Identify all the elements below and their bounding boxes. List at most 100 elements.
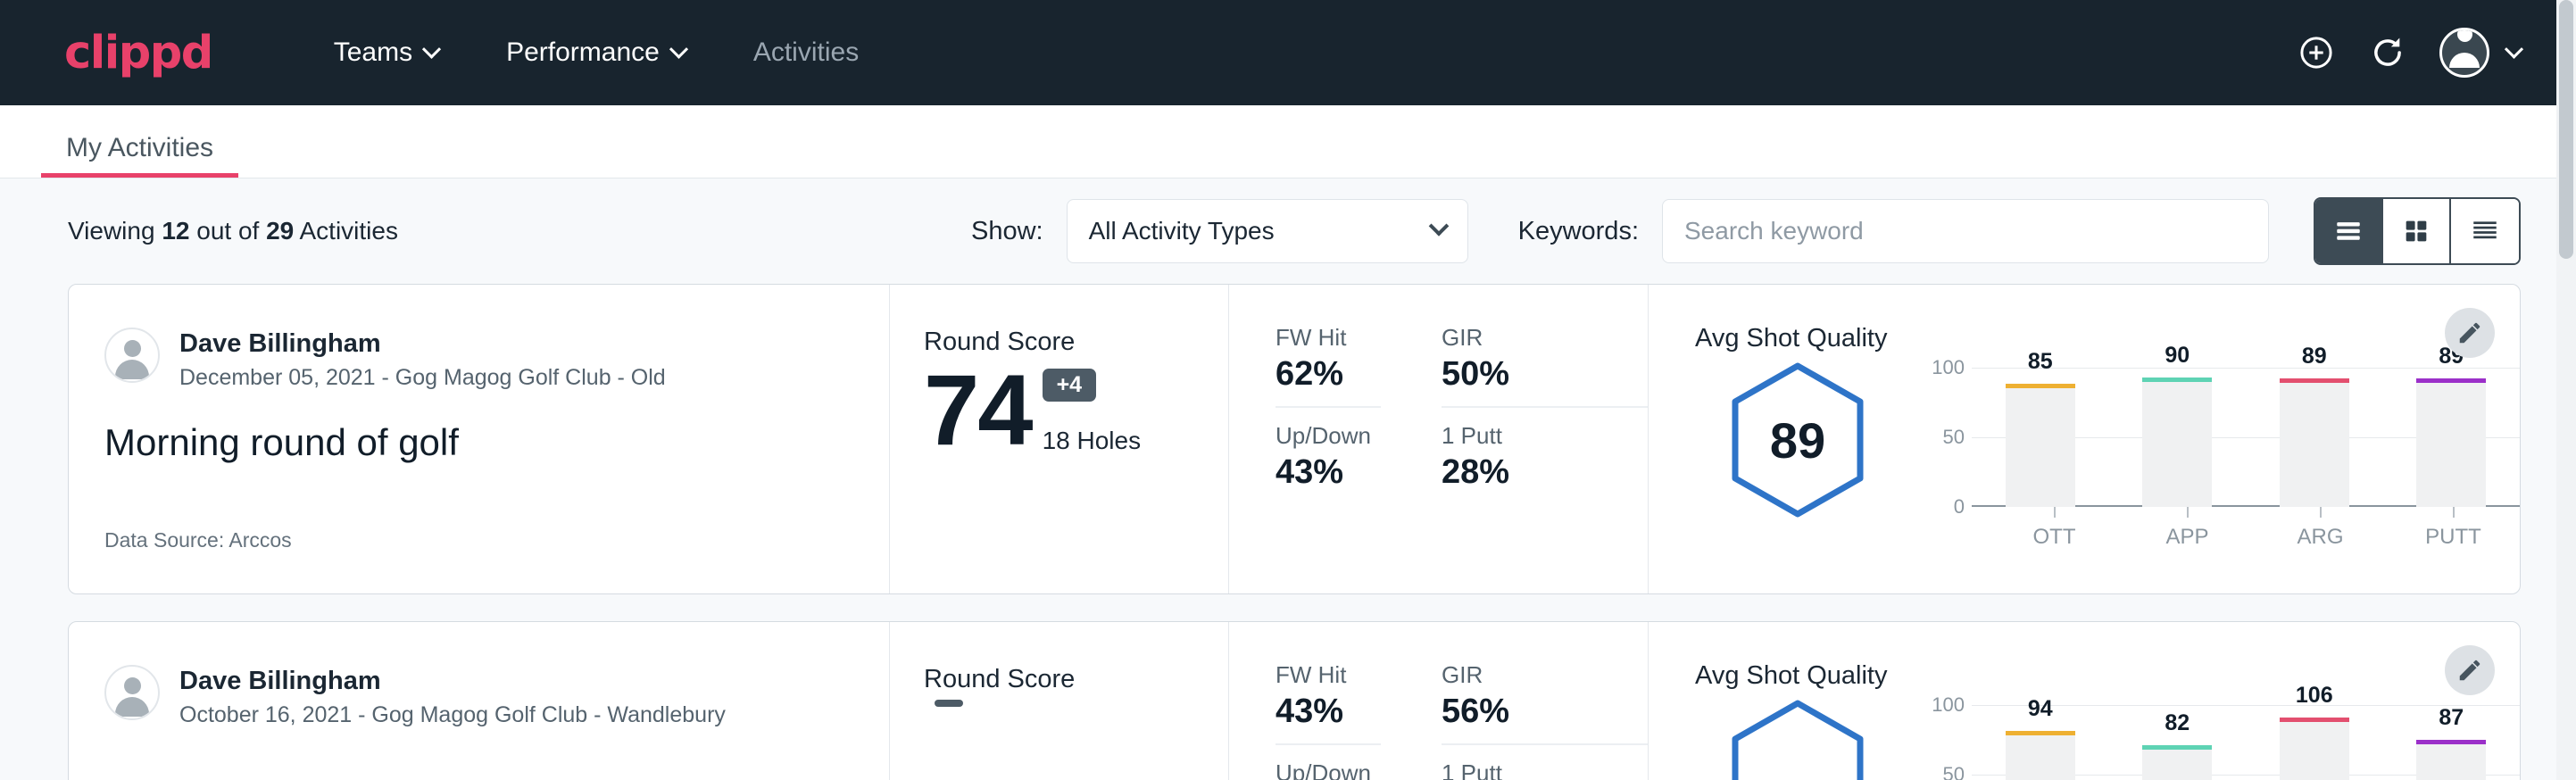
filter-toolbar: Viewing 12 out of 29 Activities Show: Al…: [0, 178, 2576, 284]
edit-activity-button[interactable]: [2445, 645, 2495, 695]
avg-shot-quality-panel: Avg Shot Quality 89 100: [1649, 285, 2520, 593]
player-name: Dave Billingham: [179, 328, 666, 360]
y-tick-label: 0: [1954, 495, 1965, 519]
chart-x-axis: OTT APP ARG: [1972, 507, 2520, 550]
stat-label: 1 Putt: [1442, 759, 1648, 780]
chevron-down-icon: [422, 39, 441, 58]
x-tick-app: APP: [2121, 507, 2254, 550]
bar-arg: 106: [2280, 722, 2349, 780]
shot-quality-bar-chart: 100 50 0: [1900, 693, 2520, 780]
activity-author: Dave Billingham October 16, 2021 - Gog M…: [104, 665, 853, 728]
nav-actions: [2297, 28, 2521, 78]
bar-value-label: 106: [2296, 683, 2333, 709]
viewing-suffix: Activities: [294, 217, 398, 245]
round-score-label: Round Score: [924, 328, 1228, 357]
stat-one-putt: 1 Putt: [1442, 745, 1648, 780]
activity-meta: December 05, 2021 - Gog Magog Golf Club …: [179, 365, 666, 391]
tab-label: My Activities: [66, 133, 213, 162]
nav-item-label: Activities: [753, 37, 859, 68]
holes-label: 18 Holes: [1043, 427, 1142, 455]
bar-ott: 94: [2006, 735, 2075, 780]
avg-shot-quality-panel: Avg Shot Quality 100: [1649, 622, 2520, 780]
shot-quality-bar-chart: 100 50 0: [1900, 355, 2520, 550]
keywords-label: Keywords:: [1518, 217, 1639, 246]
edit-activity-button[interactable]: [2445, 308, 2495, 358]
bar-value-label: 89: [2302, 344, 2327, 369]
stat-value: 50%: [1442, 355, 1648, 408]
scrollbar-thumb[interactable]: [2559, 0, 2573, 259]
activity-card[interactable]: Dave Billingham October 16, 2021 - Gog M…: [68, 621, 2521, 780]
bar-app: 90: [2142, 382, 2212, 507]
stat-up-down: Up/Down 43%: [1276, 408, 1381, 504]
stat-value: 43%: [1276, 693, 1381, 745]
stat-one-putt: 1 Putt 28%: [1442, 408, 1648, 504]
nav-item-activities[interactable]: Activities: [719, 37, 893, 68]
viewing-count: 12: [162, 217, 189, 245]
primary-nav: Teams Performance Activities: [300, 37, 893, 68]
chevron-down-icon: [2505, 39, 2523, 58]
stat-label: GIR: [1442, 661, 1648, 689]
tab-my-activities[interactable]: My Activities: [41, 133, 238, 178]
avatar: [104, 665, 160, 720]
round-stats-panel: FW Hit 43% GIR 56% Up/Down 1 Putt: [1229, 622, 1649, 780]
viewing-prefix: Viewing: [68, 217, 162, 245]
round-score-label: Round Score: [924, 665, 1228, 694]
nav-item-label: Teams: [334, 37, 412, 68]
data-source-label: Data Source: Arccos: [104, 528, 292, 552]
activity-list: Dave Billingham December 05, 2021 - Gog …: [0, 284, 2576, 780]
avg-shot-quality-value: [1726, 698, 1869, 780]
score-to-par-badge: [935, 700, 963, 707]
avg-shot-quality-label: Avg Shot Quality: [1695, 324, 2520, 353]
nav-item-teams[interactable]: Teams: [300, 37, 472, 68]
y-tick-label: 100: [1932, 693, 1965, 717]
nav-item-performance[interactable]: Performance: [472, 37, 719, 68]
bar-value-label: 87: [2439, 705, 2464, 731]
account-avatar-icon: [2439, 28, 2489, 78]
stat-gir: GIR 50%: [1442, 324, 1648, 408]
nav-item-label: Performance: [506, 37, 660, 68]
round-score-panel: Round Score: [890, 622, 1229, 780]
chart-bars: 94 82: [1972, 705, 2520, 780]
x-tick-arg: ARG: [2254, 507, 2387, 550]
compact-view-button[interactable]: [2451, 199, 2519, 263]
page-scrollbar[interactable]: [2556, 0, 2576, 780]
bar-slot-app: 82: [2109, 705, 2247, 780]
activity-summary: Dave Billingham December 05, 2021 - Gog …: [69, 285, 890, 593]
score-to-par-badge: +4: [1043, 369, 1097, 402]
activity-meta: October 16, 2021 - Gog Magog Golf Club -…: [179, 702, 726, 728]
chevron-down-icon: [669, 39, 688, 58]
refresh-icon[interactable]: [2368, 33, 2407, 72]
top-navbar: clippd Teams Performance Activities: [0, 0, 2576, 105]
bar-value-label: 90: [2165, 343, 2190, 369]
activity-type-select[interactable]: All Activity Types: [1067, 199, 1468, 263]
bar-slot-putt: 87: [2383, 705, 2521, 780]
x-tick-label: ARG: [2297, 525, 2343, 550]
grid-view-button[interactable]: [2383, 199, 2451, 263]
add-circle-icon[interactable]: [2297, 33, 2336, 72]
stat-label: FW Hit: [1276, 661, 1381, 689]
activity-card[interactable]: Dave Billingham December 05, 2021 - Gog …: [68, 284, 2521, 594]
round-score-value: 74: [924, 362, 1032, 459]
bar-slot-arg: 89: [2246, 368, 2383, 507]
account-menu[interactable]: [2439, 28, 2521, 78]
app-root: clippd Teams Performance Activities: [0, 0, 2576, 780]
y-tick-label: 50: [1943, 426, 1965, 449]
y-tick-label: 50: [1943, 763, 1965, 780]
brand-logo[interactable]: clippd: [64, 30, 212, 76]
round-score-panel: Round Score 74 +4 18 Holes: [890, 285, 1229, 593]
stat-label: Up/Down: [1276, 422, 1381, 450]
stat-gir: GIR 56%: [1442, 661, 1648, 745]
bar-arg: 89: [2280, 383, 2349, 507]
activity-author: Dave Billingham December 05, 2021 - Gog …: [104, 328, 853, 391]
bar-putt: 89: [2416, 383, 2486, 507]
activity-type-value: All Activity Types: [1089, 217, 1275, 245]
search-input[interactable]: [1662, 199, 2269, 263]
activity-title: Morning round of golf: [104, 421, 853, 464]
bar-putt: 87: [2416, 744, 2486, 780]
stat-label: Up/Down: [1276, 759, 1381, 780]
x-tick-putt: PUTT: [2387, 507, 2520, 550]
round-stats-panel: FW Hit 62% GIR 50% Up/Down 43% 1 Putt 28…: [1229, 285, 1649, 593]
chart-bars: 85 90: [1972, 368, 2520, 507]
list-view-button[interactable]: [2315, 199, 2383, 263]
bar-value-label: 94: [2028, 696, 2053, 722]
